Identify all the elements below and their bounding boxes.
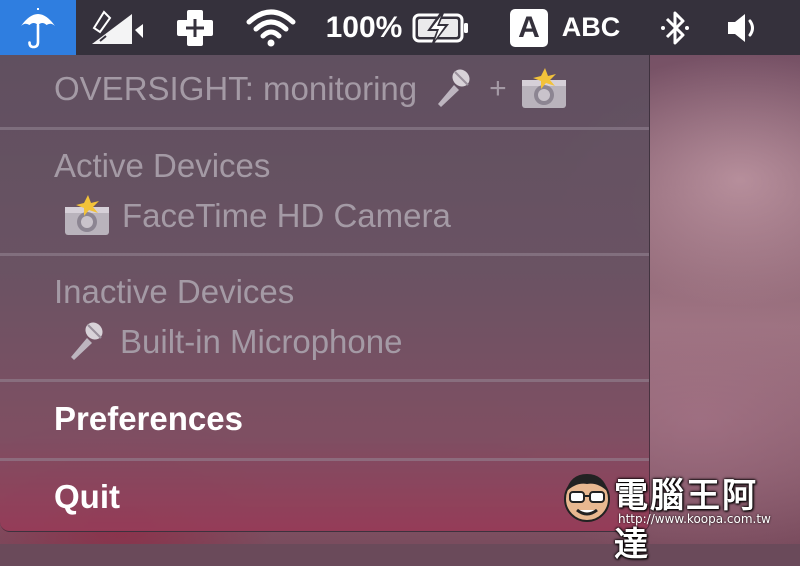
- active-device-label: FaceTime HD Camera: [122, 197, 451, 234]
- oversight-menu-extra[interactable]: [0, 0, 76, 55]
- menu-bar: 100% A ABC: [0, 0, 800, 55]
- network-status-item[interactable]: [86, 0, 148, 55]
- umbrella-icon: [21, 7, 55, 48]
- volume-menu-item[interactable]: [718, 0, 768, 55]
- signal-icon: [92, 9, 143, 44]
- input-source-menu[interactable]: ABC: [560, 0, 622, 55]
- microphone-icon: [429, 66, 475, 112]
- wifi-menu-item[interactable]: [243, 0, 299, 55]
- camera-icon: [62, 193, 112, 239]
- battery-percentage[interactable]: 100%: [322, 0, 406, 55]
- active-device-item: FaceTime HD Camera: [0, 191, 649, 241]
- header-plus-sign: +: [489, 72, 507, 105]
- oversight-dropdown-menu: OVERSIGHT: monitoring + Active Devices F…: [0, 55, 650, 532]
- quit-menu-item[interactable]: Quit: [0, 469, 649, 525]
- menu-separator: [0, 253, 649, 256]
- inactive-devices-heading: Inactive Devices: [0, 269, 649, 315]
- input-source-name: ABC: [561, 12, 621, 42]
- menu-separator: [0, 127, 649, 130]
- medical-status-item[interactable]: [170, 0, 220, 55]
- watermark-mascot-icon: [564, 474, 610, 522]
- bluetooth-icon: [661, 11, 689, 44]
- active-devices-title: Active Devices: [54, 147, 271, 184]
- quit-label: Quit: [54, 478, 120, 515]
- oversight-status-header: OVERSIGHT: monitoring +: [0, 61, 649, 117]
- volume-icon: [728, 13, 754, 42]
- input-source-badge[interactable]: A: [506, 0, 552, 55]
- microphone-icon: [62, 319, 108, 365]
- watermark: 電腦王阿達 http://www.koopa.com.tw: [558, 466, 788, 565]
- preferences-label: Preferences: [54, 400, 243, 437]
- oversight-status-text: OVERSIGHT: monitoring: [54, 70, 418, 107]
- battery-percentage-text: 100%: [325, 10, 403, 44]
- inactive-device-item: Built-in Microphone: [0, 317, 649, 367]
- medical-cross-icon: [177, 9, 213, 46]
- camera-icon: [519, 66, 569, 112]
- battery-menu-item[interactable]: [410, 0, 472, 55]
- inactive-devices-title: Inactive Devices: [54, 273, 295, 310]
- battery-charging-icon: [412, 11, 468, 44]
- active-devices-heading: Active Devices: [0, 143, 649, 189]
- bluetooth-menu-item[interactable]: [652, 0, 698, 55]
- menu-separator: [0, 458, 649, 461]
- inactive-device-label: Built-in Microphone: [120, 323, 403, 360]
- preferences-menu-item[interactable]: Preferences: [0, 391, 649, 447]
- menu-separator: [0, 379, 649, 382]
- input-source-letter: A: [510, 8, 548, 47]
- watermark-url: http://www.koopa.com.tw: [618, 512, 771, 526]
- wifi-icon: [246, 9, 296, 46]
